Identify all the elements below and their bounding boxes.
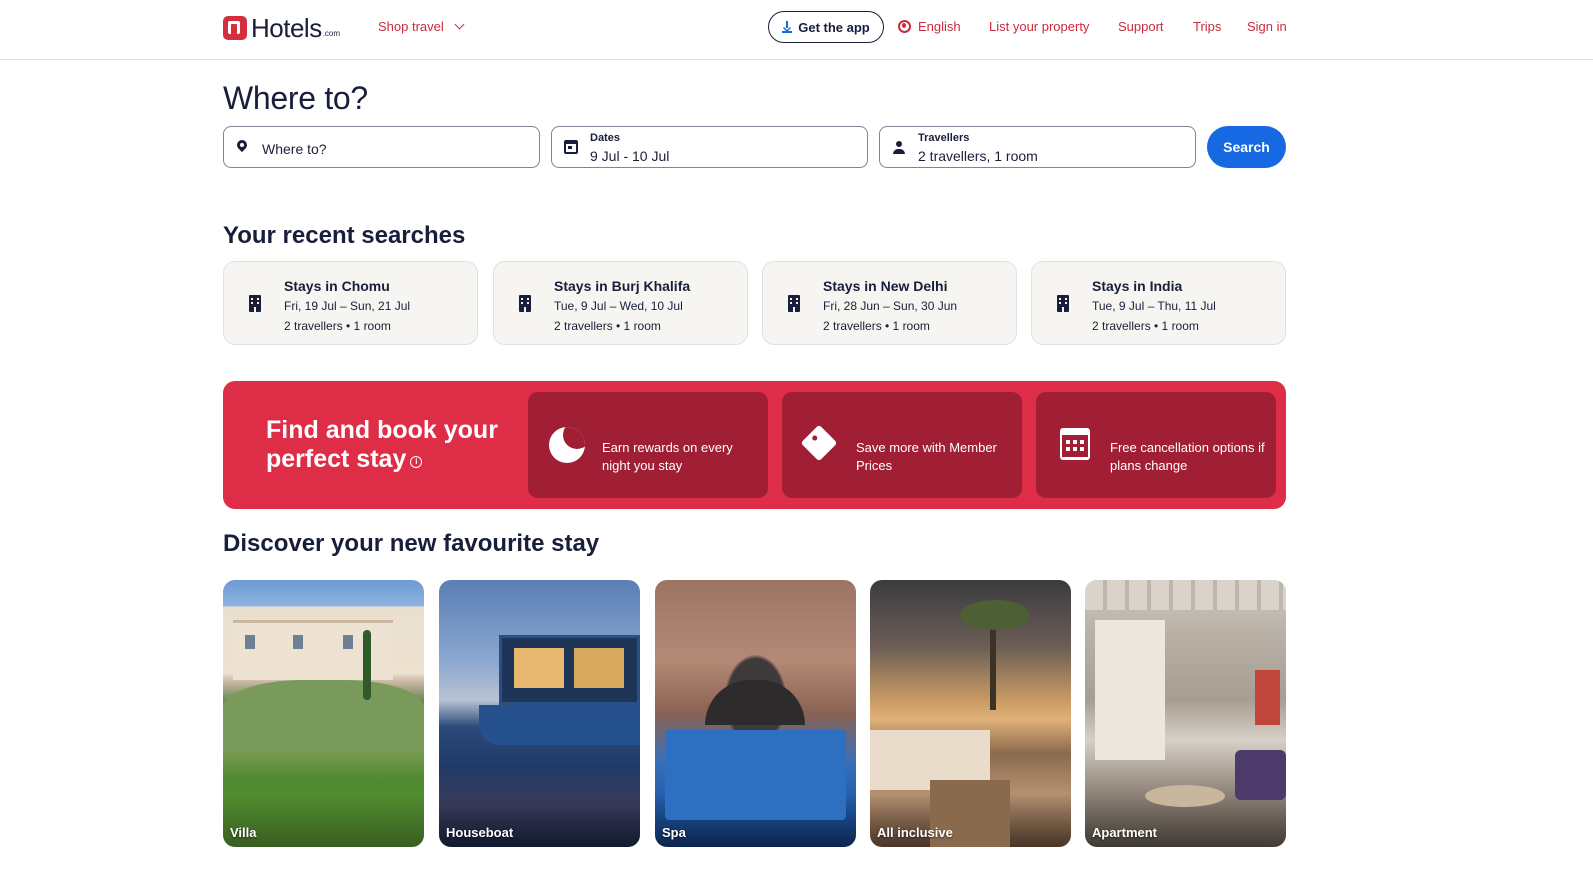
recent-search-travellers: 2 travellers • 1 room	[823, 319, 930, 333]
travellers-field[interactable]: Travellers 2 travellers, 1 room	[879, 126, 1196, 168]
location-pin-icon	[236, 140, 248, 155]
moon-icon	[549, 427, 585, 463]
stay-type-label: Apartment	[1092, 825, 1158, 840]
hotels-logo[interactable]: Hotels .com	[223, 12, 341, 43]
person-icon	[892, 140, 906, 154]
search-button[interactable]: Search	[1207, 126, 1286, 168]
travellers-value: 2 travellers, 1 room	[918, 148, 1038, 164]
building-icon	[249, 295, 261, 312]
recent-search-title: Stays in Burj Khalifa	[554, 278, 691, 294]
dates-field[interactable]: Dates 9 Jul - 10 Jul	[551, 126, 868, 168]
support-link[interactable]: Support	[1118, 19, 1164, 34]
promo-banner: Find and book your perfect stay i Earn re…	[223, 381, 1286, 509]
stay-type-villa[interactable]: Villa	[223, 580, 424, 847]
promo-card-member-prices: Save more with Member Prices	[782, 392, 1022, 498]
page-title: Where to?	[223, 80, 368, 116]
promo-title-text: Find and book your perfect stay	[266, 416, 498, 473]
recent-search-dates: Tue, 9 Jul – Wed, 10 Jul	[554, 299, 683, 313]
apartment-image	[1085, 580, 1286, 610]
recent-search-title: Stays in Chomu	[284, 278, 390, 294]
recent-search-travellers: 2 travellers • 1 room	[284, 319, 391, 333]
shop-travel-menu[interactable]: Shop travel	[378, 19, 465, 34]
building-icon	[519, 295, 531, 312]
list-property-link[interactable]: List your property	[989, 19, 1089, 34]
logo-text: Hotels	[251, 12, 322, 43]
promo-card-rewards: Earn rewards on every night you stay	[528, 392, 768, 498]
travellers-label: Travellers	[918, 132, 970, 144]
tag-icon	[800, 424, 838, 462]
recent-search-title: Stays in New Delhi	[823, 278, 948, 294]
building-icon	[788, 295, 800, 312]
recent-searches-heading: Your recent searches	[223, 222, 466, 249]
recent-search-card[interactable]: Stays in India Tue, 9 Jul – Thu, 11 Jul …	[1031, 261, 1286, 345]
stay-type-spa[interactable]: Spa	[655, 580, 856, 847]
spa-image	[705, 680, 805, 725]
calendar-icon	[1060, 428, 1090, 460]
stay-type-label: All inclusive	[877, 825, 953, 840]
get-app-label: Get the app	[798, 19, 870, 35]
recent-search-dates: Tue, 9 Jul – Thu, 11 Jul	[1092, 299, 1216, 313]
calendar-icon	[564, 140, 578, 154]
shop-travel-label: Shop travel	[378, 19, 444, 34]
recent-search-dates: Fri, 19 Jul – Sun, 21 Jul	[284, 299, 411, 313]
recent-search-title: Stays in India	[1092, 278, 1183, 294]
trips-link[interactable]: Trips	[1193, 19, 1221, 34]
logo-suffix: .com	[322, 28, 341, 38]
language-label: English	[918, 19, 961, 34]
info-icon[interactable]: i	[410, 456, 423, 468]
destination-field[interactable]: Where to?	[223, 126, 540, 168]
sign-in-link[interactable]: Sign in	[1247, 19, 1287, 34]
dates-label: Dates	[590, 132, 620, 144]
globe-icon	[898, 20, 911, 33]
discover-heading: Discover your new favourite stay	[223, 530, 600, 557]
destination-placeholder: Where to?	[262, 141, 327, 157]
recent-search-travellers: 2 travellers • 1 room	[1092, 319, 1199, 333]
promo-title: Find and book your perfect stay i	[266, 416, 506, 474]
recent-search-dates: Fri, 28 Jun – Sun, 30 Jun	[823, 299, 958, 313]
promo-card-text: Earn rewards on every night you stay	[602, 440, 733, 473]
stay-type-label: Houseboat	[446, 825, 514, 840]
get-the-app-button[interactable]: Get the app	[768, 11, 884, 43]
recent-search-card[interactable]: Stays in Burj Khalifa Tue, 9 Jul – Wed, …	[493, 261, 748, 345]
chevron-down-icon	[454, 19, 465, 30]
stay-type-all-inclusive[interactable]: All inclusive	[870, 580, 1071, 847]
stay-type-houseboat[interactable]: Houseboat	[439, 580, 640, 847]
download-icon	[782, 21, 793, 33]
language-selector[interactable]: English	[898, 19, 961, 34]
stay-type-apartment[interactable]: Apartment	[1085, 580, 1286, 847]
promo-card-cancellation: Free cancellation options if plans chang…	[1036, 392, 1276, 498]
dates-value: 9 Jul - 10 Jul	[590, 148, 670, 164]
stay-type-label: Spa	[662, 825, 686, 840]
hotels-logo-icon	[223, 16, 247, 40]
building-icon	[1057, 295, 1069, 312]
promo-card-text: Save more with Member Prices	[856, 440, 997, 473]
recent-search-card[interactable]: Stays in Chomu Fri, 19 Jul – Sun, 21 Jul…	[223, 261, 478, 345]
recent-search-card[interactable]: Stays in New Delhi Fri, 28 Jun – Sun, 30…	[762, 261, 1017, 345]
stay-type-label: Villa	[230, 825, 257, 840]
recent-search-travellers: 2 travellers • 1 room	[554, 319, 661, 333]
top-header: Hotels .com Shop travel Get the app Engl…	[0, 0, 1593, 60]
promo-card-text: Free cancellation options if plans chang…	[1110, 440, 1265, 473]
